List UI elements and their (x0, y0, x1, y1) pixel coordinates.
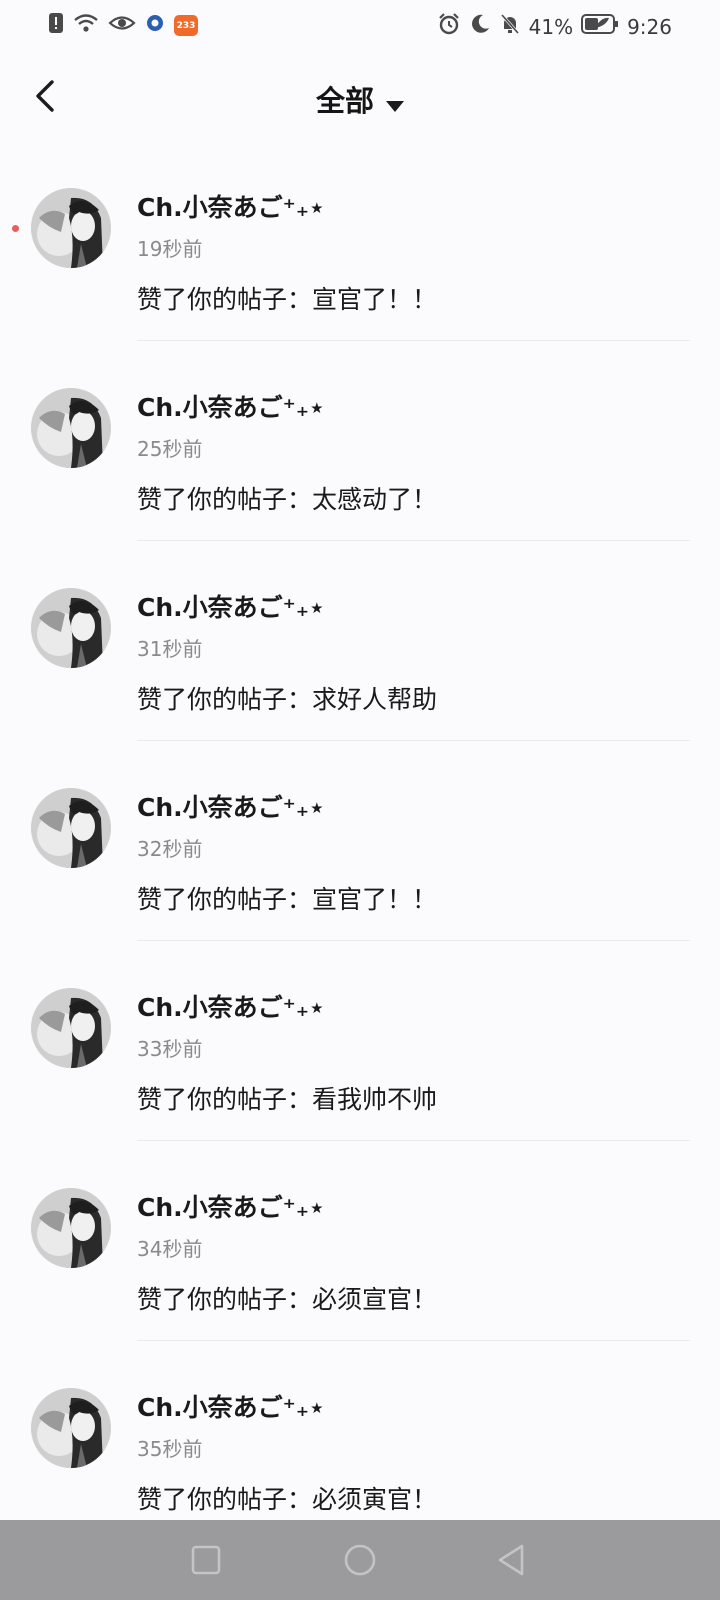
system-nav-bar (0, 1520, 720, 1600)
timestamp: 33秒前 (137, 1037, 203, 1061)
moon-icon (469, 13, 491, 40)
app-icon (145, 13, 165, 38)
caret-down-icon (386, 86, 404, 120)
notification-text: 赞了你的帖子：必须寅官！ (137, 1485, 438, 1514)
wifi-icon (73, 12, 99, 39)
notification-text: 赞了你的帖子：必须宣官！ (137, 1285, 438, 1314)
user-name[interactable]: Ch.小奈あご⁺₊⋆ (137, 188, 325, 224)
divider (137, 340, 690, 341)
notification-item[interactable]: Ch.小奈あご⁺₊⋆ 32秒前 赞了你的帖子：宣官了！！ (0, 785, 720, 985)
filter-dropdown[interactable]: 全部 (0, 78, 720, 120)
notification-text: 赞了你的帖子：太感动了！ (137, 485, 438, 514)
avatar[interactable] (31, 1188, 111, 1268)
user-name[interactable]: Ch.小奈あご⁺₊⋆ (137, 388, 325, 424)
notification-text: 赞了你的帖子：求好人帮助 (137, 685, 438, 714)
avatar[interactable] (31, 788, 111, 868)
timestamp: 31秒前 (137, 637, 203, 661)
status-bar: 233 41% 9:26 (0, 0, 720, 50)
battery-icon (581, 13, 619, 40)
divider (137, 940, 690, 941)
unread-dot (12, 225, 19, 232)
app-233-icon: 233 (174, 15, 198, 36)
timestamp: 34秒前 (137, 1237, 203, 1261)
back-icon[interactable] (492, 1540, 532, 1580)
divider (137, 1140, 690, 1141)
timestamp: 35秒前 (137, 1437, 203, 1461)
alarm-icon (437, 12, 461, 41)
divider (137, 1340, 690, 1341)
notification-item[interactable]: Ch.小奈あご⁺₊⋆ 31秒前 赞了你的帖子：求好人帮助 (0, 585, 720, 785)
recents-icon[interactable] (186, 1540, 226, 1580)
avatar[interactable] (31, 588, 111, 668)
battery-percent: 41% (528, 14, 574, 39)
notification-item[interactable]: Ch.小奈あご⁺₊⋆ 34秒前 赞了你的帖子：必须宣官！ (0, 1185, 720, 1385)
divider (137, 540, 690, 541)
clock: 9:26 (627, 14, 672, 39)
timestamp: 19秒前 (137, 237, 203, 261)
notification-text: 赞了你的帖子：看我帅不帅 (137, 1085, 438, 1114)
divider (137, 740, 690, 741)
status-left: 233 (48, 12, 198, 39)
user-name[interactable]: Ch.小奈あご⁺₊⋆ (137, 1388, 325, 1424)
timestamp: 32秒前 (137, 837, 203, 861)
avatar[interactable] (31, 388, 111, 468)
notification-item[interactable]: Ch.小奈あご⁺₊⋆ 19秒前 赞了你的帖子：宣官了！！ (0, 185, 720, 385)
avatar[interactable] (31, 1388, 111, 1468)
avatar[interactable] (31, 188, 111, 268)
user-name[interactable]: Ch.小奈あご⁺₊⋆ (137, 1188, 325, 1224)
alert-icon (48, 12, 64, 39)
mute-bell-icon (499, 13, 521, 40)
notification-text: 赞了你的帖子：宣官了！！ (137, 885, 438, 914)
status-right: 41% 9:26 (437, 12, 672, 41)
user-name[interactable]: Ch.小奈あご⁺₊⋆ (137, 788, 325, 824)
user-name[interactable]: Ch.小奈あご⁺₊⋆ (137, 988, 325, 1024)
notification-text: 赞了你的帖子：宣官了！！ (137, 285, 438, 314)
header: 全部 (0, 60, 720, 136)
eye-icon (108, 12, 136, 39)
user-name[interactable]: Ch.小奈あご⁺₊⋆ (137, 588, 325, 624)
notification-item[interactable]: Ch.小奈あご⁺₊⋆ 33秒前 赞了你的帖子：看我帅不帅 (0, 985, 720, 1185)
timestamp: 25秒前 (137, 437, 203, 461)
home-icon[interactable] (340, 1540, 380, 1580)
notification-item[interactable]: Ch.小奈あご⁺₊⋆ 25秒前 赞了你的帖子：太感动了！ (0, 385, 720, 585)
notification-list: Ch.小奈あご⁺₊⋆ 19秒前 赞了你的帖子：宣官了！！ Ch.小奈あご⁺₊⋆ … (0, 185, 720, 1585)
page-title: 全部 (315, 84, 374, 118)
avatar[interactable] (31, 988, 111, 1068)
